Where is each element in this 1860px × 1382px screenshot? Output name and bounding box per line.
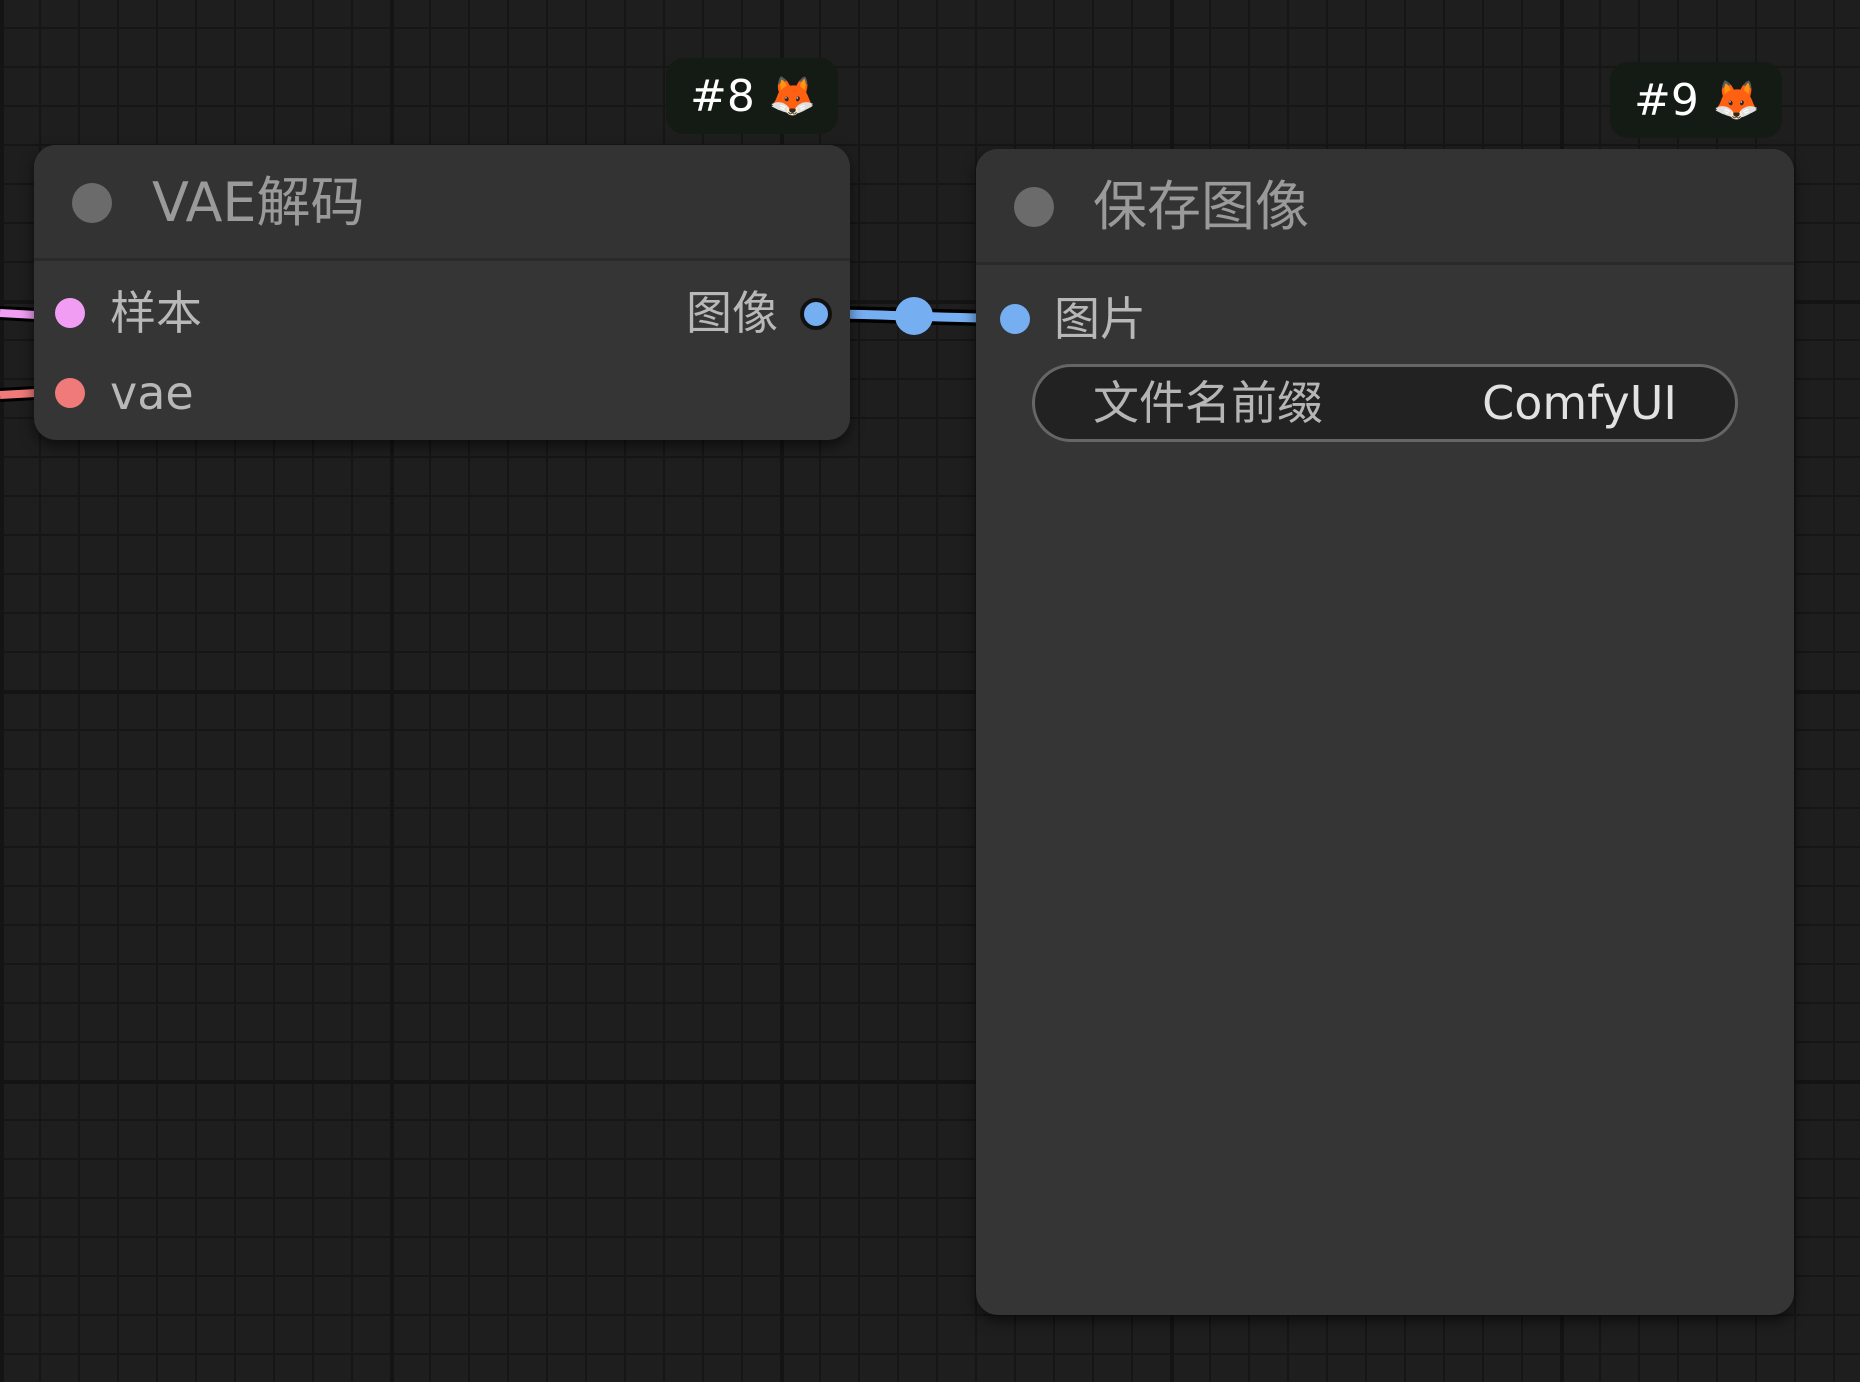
input-slot-label: 图片 — [1054, 292, 1146, 346]
node-title: 保存图像 — [1093, 175, 1309, 238]
collapse-dot-icon[interactable] — [72, 183, 112, 223]
collapse-dot-icon[interactable] — [1014, 187, 1054, 227]
input-slot-vae-icon[interactable] — [55, 378, 85, 408]
node-id-label: #9 — [1634, 74, 1699, 126]
filename-prefix-widget[interactable]: 文件名前缀 ComfyUI — [1032, 364, 1738, 442]
node-vae-decode[interactable]: VAE解码 样本 vae 图像 — [34, 145, 850, 440]
output-slot-label: 图像 — [686, 286, 778, 340]
node-badge-8: #8 🦊 — [666, 58, 839, 134]
link-vae-in-color — [0, 389, 37, 399]
input-slot-label: 样本 — [110, 286, 202, 340]
fox-icon: 🦊 — [768, 74, 817, 118]
node-title-bar[interactable]: 保存图像 — [976, 149, 1794, 265]
node-save-image[interactable]: 保存图像 图片 文件名前缀 ComfyUI — [976, 149, 1794, 1315]
fox-icon: 🦊 — [1712, 78, 1761, 122]
node-title: VAE解码 — [152, 171, 365, 234]
link-latent-in-color — [0, 309, 37, 319]
input-slot-label: vae — [110, 366, 194, 420]
node-badge-9: #9 🦊 — [1610, 62, 1783, 138]
node-title-bar[interactable]: VAE解码 — [34, 145, 850, 261]
widget-value[interactable]: ComfyUI — [1482, 375, 1677, 431]
graph-canvas[interactable]: #8 🦊 VAE解码 样本 vae 图像 #9 🦊 保存图像 图片 文件名前缀 … — [0, 0, 1860, 1382]
output-slot-image-icon[interactable] — [800, 298, 832, 330]
node-id-label: #8 — [690, 70, 755, 122]
input-slot-latent-icon[interactable] — [55, 298, 85, 328]
input-slot-image-icon[interactable] — [1000, 304, 1030, 334]
widget-label: 文件名前缀 — [1093, 376, 1323, 430]
link-midpoint-handle[interactable] — [895, 297, 933, 335]
